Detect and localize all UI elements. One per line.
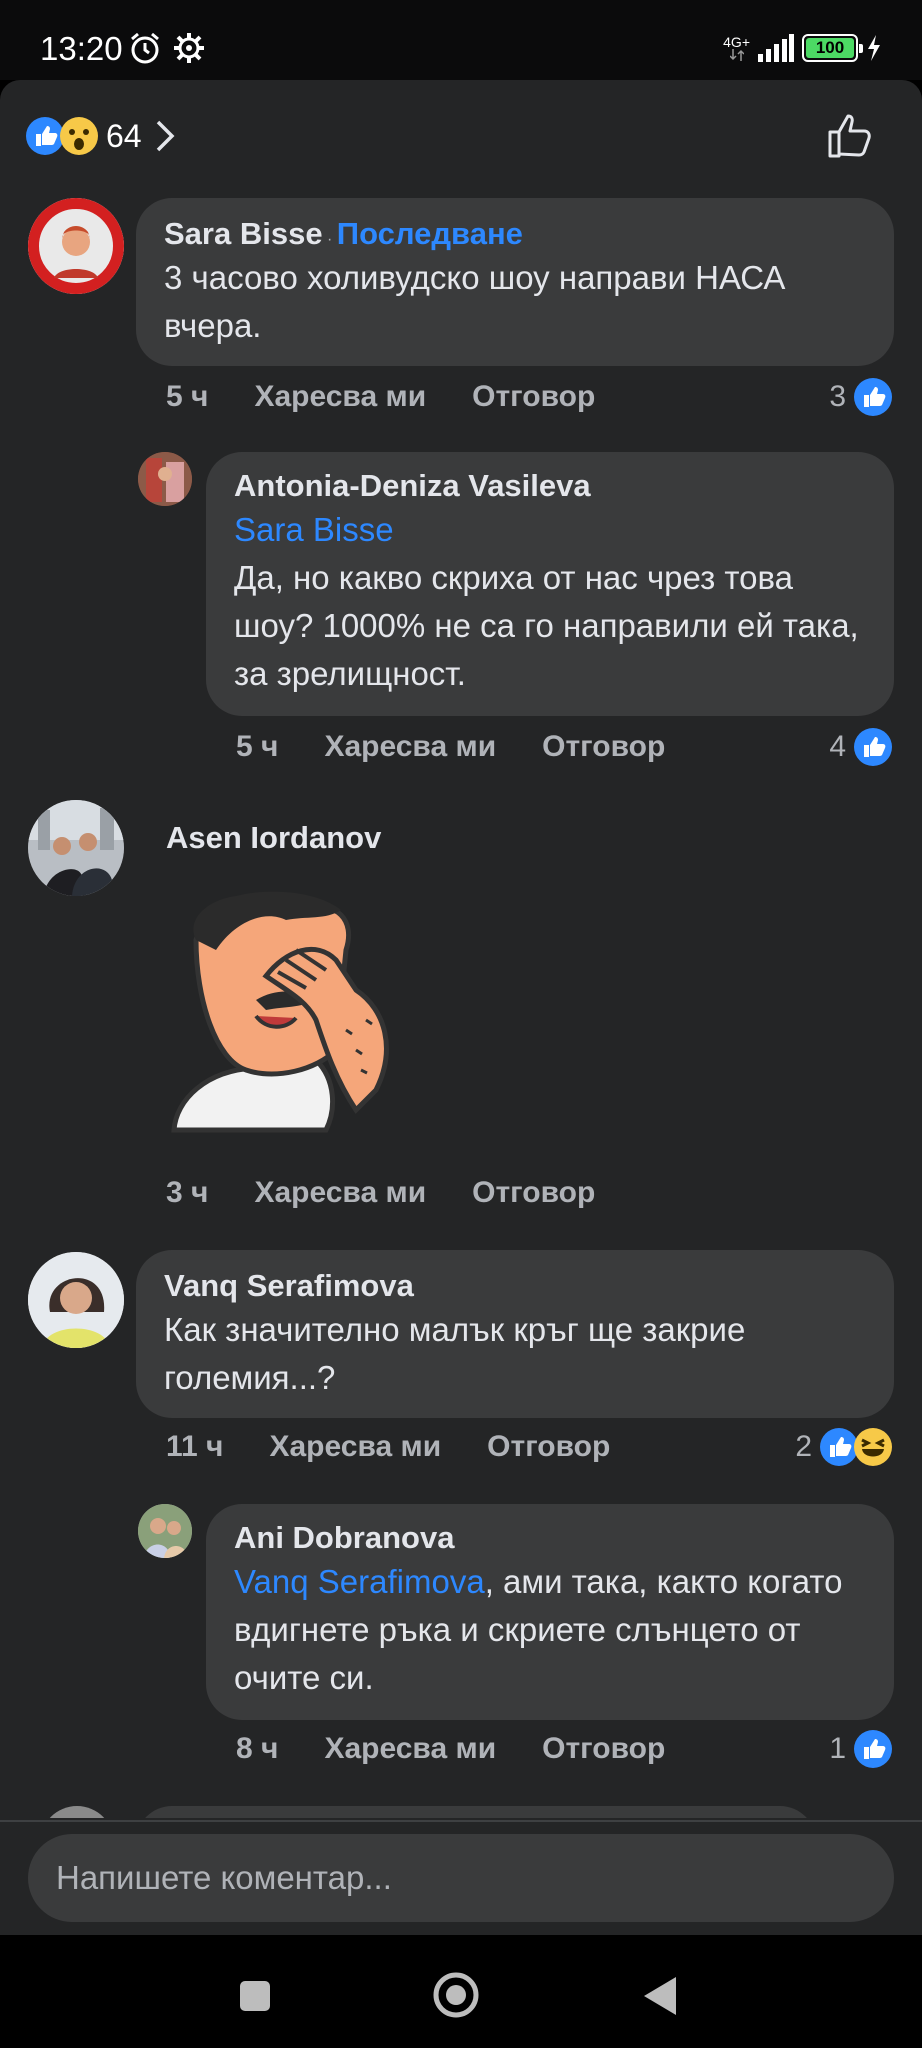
home-icon[interactable]	[432, 1971, 480, 2019]
like-reaction-icon	[854, 1730, 892, 1768]
comment-bubble-5[interactable]: Ani Dobranova Vanq Serafimova, ами така,…	[206, 1504, 894, 1720]
comment-author[interactable]: Ani Dobranova	[234, 1520, 866, 1556]
status-bar: 13:20 4G+ 100	[0, 0, 922, 80]
battery-level: 100	[815, 38, 845, 57]
reply-button[interactable]: Отговор	[542, 730, 665, 764]
like-button[interactable]: Харесва ми	[269, 1430, 441, 1464]
composer-divider	[0, 1820, 922, 1822]
comment-text: Как значително малък кръг ще закрие голе…	[164, 1311, 746, 1396]
comment-actions-5: 8 ч Харесва ми Отговор	[236, 1732, 711, 1766]
follow-link[interactable]: Последване	[337, 216, 523, 251]
comment-actions-2: 5 ч Харесва ми Отговор	[236, 730, 711, 764]
avatar-photo-icon	[138, 1504, 192, 1558]
android-nav-bar	[0, 1935, 922, 2048]
facepalm-sticker[interactable]	[166, 880, 416, 1140]
facepalm-sticker-image	[171, 891, 389, 1133]
comment-time: 5 ч	[166, 380, 209, 413]
comment-time: 5 ч	[236, 730, 279, 763]
avatar-vanq-serafimova[interactable]	[28, 1252, 124, 1348]
haha-reaction-icon	[854, 1428, 892, 1466]
comment-text: 3 часово холивудско шоу направи НАСА вче…	[164, 259, 786, 344]
battery-icon: 100	[802, 34, 863, 62]
reply-button[interactable]: Отговор	[472, 380, 595, 414]
avatar-photo-icon	[138, 452, 192, 506]
like-post-button[interactable]	[826, 110, 876, 165]
comment-actions-1: 5 ч Харесва ми Отговор	[166, 380, 641, 414]
wow-reaction-icon	[60, 117, 98, 155]
comment-actions-3: 3 ч Харесва ми Отговор	[166, 1176, 641, 1210]
comment-time: 3 ч	[166, 1176, 209, 1209]
comment-time: 8 ч	[236, 1732, 279, 1765]
mention-link[interactable]: Vanq Serafimova	[234, 1563, 485, 1600]
comment-author[interactable]: Antonia-Deniza Vasileva	[234, 468, 866, 504]
comment-time: 11 ч	[166, 1430, 224, 1463]
comment-reactions-4[interactable]: 2	[795, 1428, 892, 1466]
charging-icon	[868, 35, 880, 61]
like-reaction-icon	[854, 378, 892, 416]
data-arrows-icon	[729, 49, 744, 61]
comment-reactions-2[interactable]: 4	[829, 728, 892, 766]
like-button[interactable]: Харесва ми	[254, 380, 426, 414]
reply-button[interactable]: Отговор	[542, 1732, 665, 1766]
free-truman-badge-icon	[28, 198, 124, 294]
avatar-photo-icon	[28, 800, 124, 896]
like-reaction-icon	[26, 117, 64, 155]
comment-reactions-5[interactable]: 1	[829, 1730, 892, 1768]
thumbs-up-outline-icon	[828, 114, 871, 158]
reaction-count: 1	[829, 1732, 846, 1765]
avatar-asen-iordanov[interactable]	[28, 800, 124, 896]
like-button[interactable]: Харесва ми	[324, 730, 496, 764]
back-icon[interactable]	[642, 1975, 678, 2017]
comment-bubble-2[interactable]: Antonia-Deniza Vasileva Sara Bisse Да, н…	[206, 452, 894, 716]
comments-sheet: 64 Sara Bisse · Последване 3 часово холи…	[0, 80, 922, 1935]
comment-bubble-4[interactable]: Vanq Serafimova Как значително малък кръ…	[136, 1250, 894, 1418]
comment-bubble-1[interactable]: Sara Bisse · Последване 3 часово холивуд…	[136, 198, 894, 366]
status-time: 13:20	[40, 30, 123, 67]
recent-apps-icon[interactable]	[238, 1979, 272, 2013]
separator-dot: ·	[327, 231, 333, 248]
reaction-count: 4	[829, 730, 846, 763]
status-right: 4G+ 100	[723, 28, 882, 68]
like-reaction-icon	[820, 1428, 858, 1466]
like-button[interactable]: Харесва ми	[254, 1176, 426, 1210]
reaction-count: 2	[795, 1430, 812, 1463]
chevron-right-icon	[156, 120, 175, 152]
avatar-ani-dobranova[interactable]	[138, 1504, 192, 1558]
alarm-icon	[131, 32, 159, 64]
comment-author[interactable]: Asen Iordanov	[166, 820, 381, 856]
comment-reactions-1[interactable]: 3	[829, 378, 892, 416]
comment-actions-4: 11 ч Харесва ми Отговор	[166, 1430, 656, 1464]
comment-text: Да, но какво скриха от нас чрез това шоу…	[234, 559, 859, 692]
comment-input[interactable]	[28, 1834, 894, 1922]
reaction-count: 3	[829, 380, 846, 413]
signal-icon	[758, 34, 794, 62]
reactions-summary[interactable]: 64	[26, 112, 176, 160]
mention-link[interactable]: Sara Bisse	[234, 506, 866, 554]
status-icons	[128, 30, 206, 66]
settings-gear-icon	[174, 33, 204, 63]
like-reaction-icon	[854, 728, 892, 766]
comment-author[interactable]: Sara Bisse	[164, 216, 323, 251]
comment-composer[interactable]	[28, 1834, 894, 1922]
avatar-photo-icon	[28, 1252, 124, 1348]
reactions-count: 64	[106, 117, 142, 154]
comment-author[interactable]: Vanq Serafimova	[164, 1268, 866, 1304]
reply-button[interactable]: Отговор	[487, 1430, 610, 1464]
avatar-antonia-deniza-vasileva[interactable]	[138, 452, 192, 506]
avatar-sara-bisse[interactable]	[28, 198, 124, 294]
network-type: 4G+	[723, 34, 750, 50]
like-button[interactable]: Харесва ми	[324, 1732, 496, 1766]
reply-button[interactable]: Отговор	[472, 1176, 595, 1210]
